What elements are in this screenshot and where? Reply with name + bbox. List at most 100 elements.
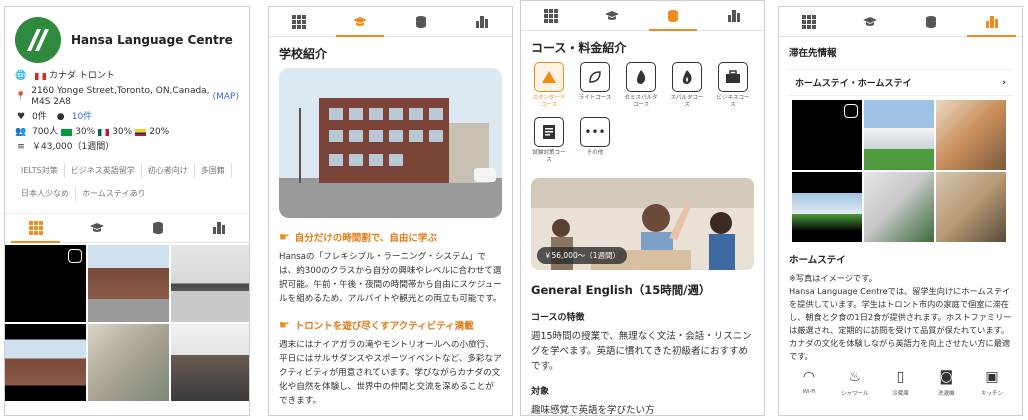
tab-stay[interactable] — [703, 1, 764, 30]
price-row: ≡ ￥43,000（1週間） — [5, 140, 249, 155]
gallery-photo-lounge[interactable] — [171, 324, 249, 401]
grid-icon — [28, 221, 43, 235]
more-icon: ••• — [580, 117, 610, 147]
tag-item[interactable]: ホームステイあり — [76, 186, 152, 201]
school-summary-panel: Hansa Language Centre 🌐 カナダ トロント 📍 2160 … — [4, 6, 250, 416]
pyramid-icon — [534, 62, 564, 92]
accommodation-panel: 滞在先情報 ホームステイ・ホームステイ › ホームステイ ※写真はイメージです。… — [778, 6, 1023, 416]
gallery-photo-building-2[interactable] — [5, 324, 86, 401]
gallery-photo-study[interactable] — [936, 172, 1006, 242]
coins-icon — [152, 222, 163, 234]
nationality-2-pct: 30% — [112, 127, 133, 137]
tab-stay[interactable] — [961, 7, 1022, 37]
tab-intro[interactable] — [66, 214, 127, 242]
leaf-icon — [580, 62, 610, 92]
comment-icon[interactable]: ● — [55, 112, 67, 123]
tab-courses[interactable] — [127, 214, 188, 242]
gallery-photo-house-2[interactable] — [792, 172, 862, 242]
tag-item[interactable]: 初心者向け — [142, 163, 195, 178]
course-photo: ￥56,000～（1週間） — [531, 178, 754, 270]
gallery-photo-classroom[interactable] — [171, 245, 249, 322]
gallery-photo-entrance[interactable] — [88, 324, 169, 401]
gallery-photo-porch[interactable] — [864, 172, 934, 242]
course-semi-sparta[interactable]: セミスパルタコース — [623, 62, 659, 109]
tab-stay[interactable] — [188, 214, 249, 242]
courses-panel: コース・料金紹介 スタンダードコース ライトコース セミスパルタコース スパルタ… — [520, 0, 765, 416]
tab-stay[interactable] — [451, 7, 512, 36]
amenity-fridge: ▯ 冷蔵庫 — [885, 369, 917, 397]
coins-icon: ≡ — [17, 142, 25, 152]
course-sparta[interactable]: スパルタコース — [669, 62, 705, 109]
country-city: カナダ トロント — [49, 71, 115, 81]
gallery-photo-house[interactable] — [864, 100, 934, 170]
accommodation-selector[interactable]: ホームステイ・ホームステイ › — [789, 69, 1012, 96]
tag-item[interactable]: ビジネス英語留学 — [65, 163, 142, 178]
building-icon — [212, 222, 225, 234]
building-icon — [475, 15, 488, 28]
coins-icon — [667, 9, 678, 22]
tab-intro[interactable] — [582, 1, 643, 30]
map-link[interactable]: (MAP) — [213, 92, 239, 103]
section-tabs — [269, 7, 512, 37]
grid-icon — [292, 14, 307, 29]
graduation-cap-icon — [89, 223, 104, 232]
feature-heading: コースの特徴 — [531, 313, 585, 323]
canada-flag-icon — [35, 73, 46, 80]
course-label: 試験対策コース — [532, 150, 566, 163]
gallery-photo-building[interactable] — [88, 245, 169, 322]
tag-item[interactable]: IELTS対策 — [15, 163, 65, 178]
grid-icon — [802, 14, 817, 29]
shower-icon: ♨ — [848, 369, 862, 385]
graduation-cap-icon — [353, 16, 368, 26]
reel-icon — [68, 249, 82, 263]
comments-count[interactable]: 10件 — [72, 112, 92, 123]
gallery-photo-family-dinner[interactable] — [936, 100, 1006, 170]
section-tabs — [5, 213, 249, 243]
heart-icon[interactable]: ♥ — [15, 112, 27, 123]
tab-courses[interactable] — [391, 7, 452, 36]
grid-icon — [544, 8, 559, 23]
feature-text: 週15時間の授業で、無理なく文法・会話・リスニングを学べます。英語に慣れてきた初… — [531, 331, 752, 372]
social-row: ♥ 0件 ● 10件 — [5, 110, 249, 125]
flame-icon — [626, 62, 656, 92]
feature-heading-2-text: トロントを遊び尽くすアクティビティ満載 — [294, 321, 474, 332]
course-standard[interactable]: スタンダードコース — [531, 62, 567, 109]
course-business[interactable]: ビジネスコース — [715, 62, 751, 109]
briefcase-icon — [718, 62, 748, 92]
graduation-cap-icon — [605, 10, 620, 20]
tab-photos[interactable] — [269, 7, 330, 36]
amenity-label: Wi-Fi — [802, 389, 816, 395]
globe-icon: 🌐 — [15, 71, 27, 81]
target-heading: 対象 — [531, 387, 550, 397]
homestay-description: Hansa Language Centreでは、留学生向けにホームステイを提供し… — [789, 286, 1012, 361]
course-label: その他 — [586, 150, 604, 156]
tab-intro[interactable] — [330, 7, 391, 37]
tab-courses[interactable] — [643, 1, 704, 31]
course-label: ライトコース — [578, 95, 612, 101]
kitchen-icon: ▣ — [985, 369, 999, 385]
tab-photos[interactable] — [5, 214, 66, 243]
tab-photos[interactable] — [779, 7, 840, 36]
course-other[interactable]: ••• その他 — [577, 117, 613, 164]
school-header: Hansa Language Centre — [5, 7, 249, 69]
gallery-video-thumb[interactable] — [5, 245, 86, 322]
course-exam[interactable]: 試験対策コース — [531, 117, 567, 164]
tab-intro[interactable] — [840, 7, 901, 36]
tag-item[interactable]: 多国籍 — [195, 163, 232, 178]
building-icon — [985, 15, 998, 28]
exam-icon — [534, 117, 564, 147]
tag-item[interactable]: 日本人少なめ — [15, 186, 76, 201]
tab-courses[interactable] — [901, 7, 962, 36]
course-label: スタンダードコース — [532, 95, 566, 108]
section-tabs — [521, 1, 764, 31]
course-label: スパルタコース — [670, 95, 704, 108]
target-text: 趣味感覚で英語を学びたい方 — [531, 405, 655, 416]
section-title: 滞在先情報 — [789, 48, 837, 59]
tab-photos[interactable] — [521, 1, 582, 30]
map-pin-icon: 📍 — [15, 91, 27, 102]
gallery-video-thumb[interactable] — [792, 100, 862, 170]
course-light[interactable]: ライトコース — [577, 62, 613, 109]
homestay-gallery — [792, 100, 1012, 242]
section-tabs — [779, 7, 1022, 37]
chevron-right-icon: › — [1002, 77, 1006, 88]
